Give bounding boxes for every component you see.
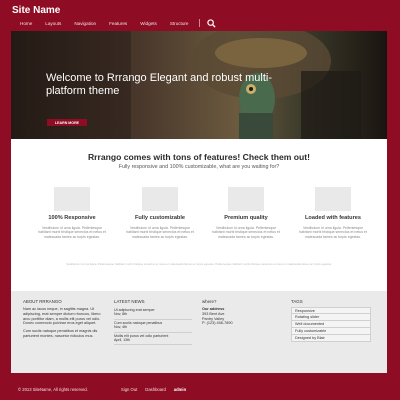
tags-title: TAGS: [291, 299, 303, 304]
news-item[interactable]: Mollis elit purus vel odio parturient Ap…: [114, 333, 192, 346]
fine-print: Vestibulum id urna ligula. Pellentesque …: [66, 262, 332, 266]
feature-responsive: 100% Responsive Vestibulum id urna ligul…: [27, 187, 117, 239]
feature-quality: Premium quality Vestibulum id urna ligul…: [201, 187, 291, 239]
feature-image: [142, 187, 178, 211]
about-title: ABOUT RRRANGO: [23, 299, 62, 304]
tags-list: Responsive Rotating slider Well document…: [291, 307, 371, 342]
feature-image: [228, 187, 264, 211]
feature-title: 100% Responsive: [48, 215, 96, 221]
phone-number: P: (123) 456-7890: [202, 321, 233, 326]
copyright-text: © 2013 SiteName, All rights reserved.: [18, 387, 88, 392]
news-item[interactable]: Cum sociis natoque penatibus Nov, 4th: [114, 320, 192, 333]
news-item-date: Nov, 4th: [114, 325, 128, 330]
feature-image: [54, 187, 90, 211]
footer-widgets: ABOUT RRRANGO Nam ac lacus neque, in sag…: [11, 291, 387, 373]
site-title[interactable]: Site Name: [12, 5, 60, 16]
feature-description: Vestibulum id urna ligula. Pellentesque …: [38, 226, 106, 239]
feature-customizable: Fully customizable Vestibulum id urna li…: [115, 187, 205, 239]
feature-description: Vestibulum id urna ligula. Pellentesque …: [126, 226, 194, 239]
main-nav: Home Layouts Navigation Features Widgets…: [20, 17, 216, 29]
tag-link[interactable]: Designed by Blair: [291, 335, 371, 342]
news-widget: LATEST NEWS Ut adipiscing erat semper No…: [114, 299, 192, 346]
tag-link[interactable]: Responsive: [291, 307, 371, 314]
nav-item-structure[interactable]: Structure: [170, 21, 189, 26]
tag-link[interactable]: Well documented: [291, 321, 371, 328]
learn-more-button[interactable]: LEARN MORE: [47, 119, 87, 126]
nav-item-widgets[interactable]: Widgets: [140, 21, 157, 26]
nav-item-navigation[interactable]: Navigation: [74, 21, 96, 26]
intro-heading: Rrrango comes with tons of features! Che…: [87, 152, 311, 162]
news-item-date: April, 13th: [114, 338, 131, 343]
feature-image: [315, 187, 351, 211]
contact-title: where?: [202, 299, 217, 304]
feature-title: Fully customizable: [134, 215, 186, 221]
page-content: Welcome to Rrrango Elegant and robust mu…: [11, 31, 387, 373]
admin-user-link[interactable]: admin: [174, 387, 186, 392]
news-title: LATEST NEWS: [114, 299, 145, 304]
feature-description: Vestibulum id urna ligula. Pellentesque …: [212, 226, 280, 239]
tag-link[interactable]: Rotating slider: [291, 314, 371, 321]
feature-loaded: Loaded with features Vestibulum id urna …: [288, 187, 378, 239]
dashboard-link[interactable]: Dashboard: [145, 387, 166, 392]
tag-link[interactable]: Fully customizable: [291, 328, 371, 335]
about-text-secondary: Cum sociis natoque penatibus et magnis d…: [23, 329, 98, 338]
admin-links: Sign Out Dashboard admin: [121, 387, 194, 392]
contact-widget: where? Our address 393 Bent Ave Pantry V…: [202, 299, 280, 326]
intro-subheading: Fully responsive and 100% customizable, …: [118, 164, 280, 170]
hero-title: Welcome to Rrrango Elegant and robust mu…: [46, 72, 273, 97]
news-item-date: Nov, 8th: [114, 312, 128, 317]
feature-description: Vestibulum id urna ligula. Pellentesque …: [299, 226, 367, 239]
about-text: Nam ac lacus neque, in sagittis magna. U…: [23, 307, 101, 326]
feature-title: Loaded with features: [305, 215, 361, 221]
nav-item-layouts[interactable]: Layouts: [45, 21, 61, 26]
sign-out-link[interactable]: Sign Out: [121, 387, 137, 392]
feature-title: Premium quality: [224, 215, 268, 221]
hero-slider[interactable]: Welcome to Rrrango Elegant and robust mu…: [11, 31, 387, 139]
nav-item-features[interactable]: Features: [109, 21, 127, 26]
nav-divider: [199, 19, 201, 27]
tags-widget: TAGS Responsive Rotating slider Well doc…: [291, 299, 371, 342]
nav-item-home[interactable]: Home: [20, 21, 32, 26]
about-widget: ABOUT RRRANGO Nam ac lacus neque, in sag…: [23, 299, 103, 339]
search-icon[interactable]: [206, 18, 216, 28]
news-item[interactable]: Ut adipiscing erat semper Nov, 8th: [114, 307, 192, 320]
